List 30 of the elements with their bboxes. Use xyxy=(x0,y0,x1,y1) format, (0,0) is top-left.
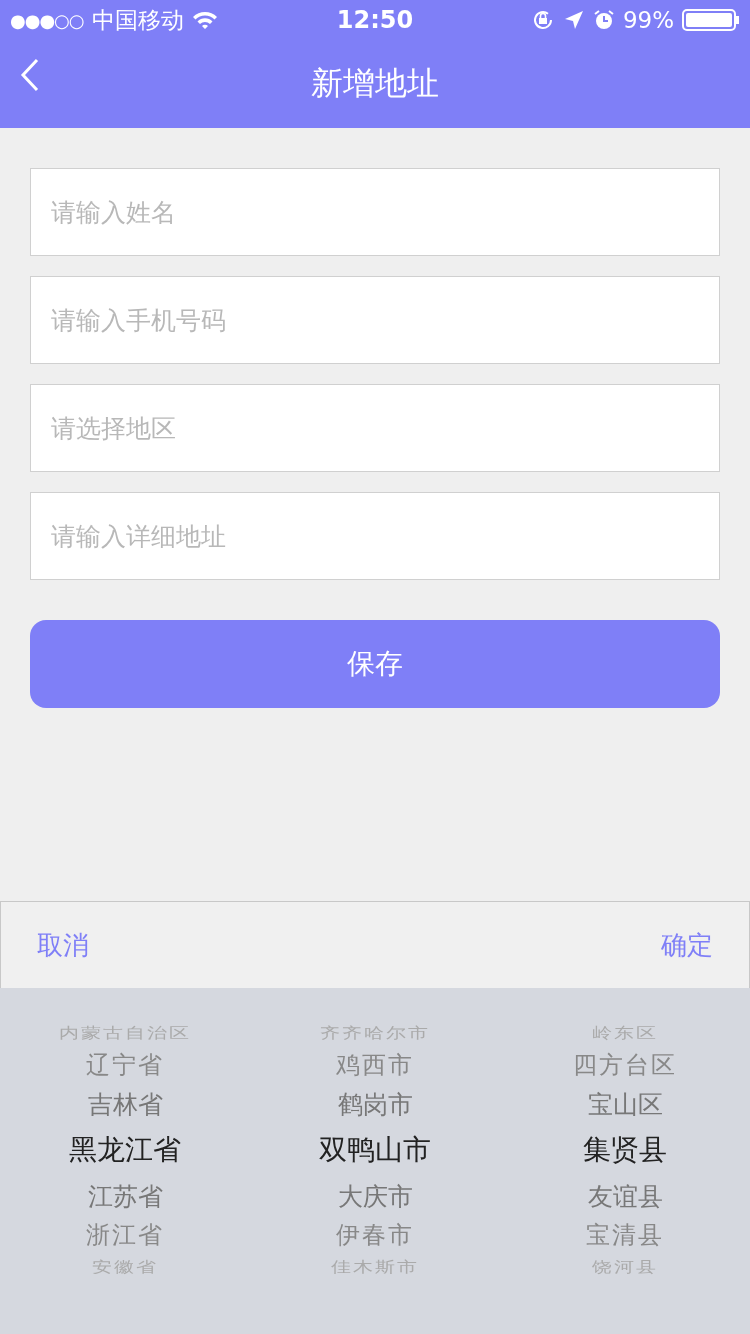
cancel-button[interactable]: 取消 xyxy=(37,927,89,963)
picker-option[interactable]: 双鸭山市 xyxy=(319,1126,431,1174)
signal-strength: ●●●○○ xyxy=(10,9,84,31)
picker-option[interactable]: 四方台区 xyxy=(573,1048,677,1082)
alarm-icon xyxy=(592,9,615,31)
picker-option[interactable]: 伊春市 xyxy=(336,1218,414,1252)
picker-option[interactable]: 友谊县 xyxy=(587,1174,663,1218)
input-field[interactable]: 请选择地区 xyxy=(30,384,720,472)
page-title: 新增地址 xyxy=(311,63,439,104)
confirm-button[interactable]: 确定 xyxy=(661,927,713,963)
status-time: 12:50 xyxy=(335,6,415,34)
picker-option[interactable]: 辽宁省 xyxy=(86,1048,164,1082)
picker-option[interactable]: 吉林省 xyxy=(87,1082,163,1126)
picker-option[interactable]: 集贤县 xyxy=(583,1126,667,1174)
input-field[interactable]: 请输入姓名 xyxy=(30,168,720,256)
picker-option[interactable]: 宝山区 xyxy=(587,1082,663,1126)
picker-option[interactable]: 黑龙江省 xyxy=(69,1126,181,1174)
picker-option[interactable]: 鹤岗市 xyxy=(337,1082,413,1126)
picker-option[interactable]: 浙江省 xyxy=(86,1218,164,1252)
picker-option[interactable]: 鸡西市 xyxy=(336,1048,414,1082)
save-button[interactable]: 保存 xyxy=(30,620,720,708)
picker-option[interactable]: 宝清县 xyxy=(586,1218,664,1252)
picker-option[interactable]: 江苏省 xyxy=(87,1174,163,1218)
battery-percentage: 99% xyxy=(622,7,674,33)
battery-icon xyxy=(682,9,740,31)
picker-option[interactable]: 大庆市 xyxy=(337,1174,413,1218)
input-field[interactable]: 请输入手机号码 xyxy=(30,276,720,364)
wifi-icon xyxy=(191,10,218,30)
input-field[interactable]: 请输入详细地址 xyxy=(30,492,720,580)
carrier-name: 中国移动 xyxy=(91,5,184,35)
